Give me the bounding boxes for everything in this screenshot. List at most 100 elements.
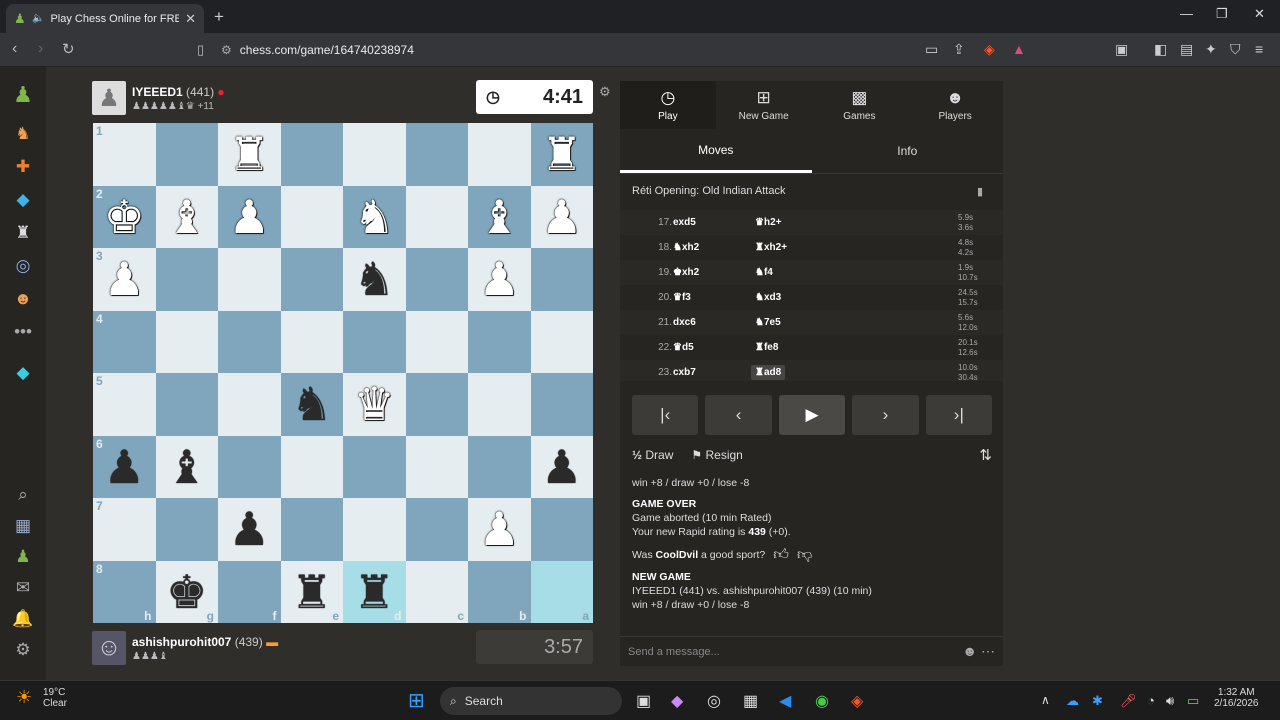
white-move[interactable]: ♛f3: [673, 292, 691, 303]
board-square[interactable]: [343, 435, 406, 498]
board-square[interactable]: 8h: [93, 560, 156, 623]
black-move[interactable]: ♜fe8: [755, 342, 778, 353]
white-piece[interactable]: ♟: [479, 506, 520, 552]
book-icon[interactable]: ▮: [977, 185, 983, 198]
weather-widget[interactable]: 19°C Clear: [43, 687, 67, 709]
clock-widget[interactable]: 1:32 AM 2/16/2026: [1214, 687, 1259, 709]
board-square[interactable]: 3 ♟: [93, 248, 156, 311]
board-square[interactable]: ♝: [468, 185, 531, 248]
tab-info[interactable]: Info: [812, 129, 1004, 173]
board-square[interactable]: [280, 498, 343, 561]
board-square[interactable]: a: [530, 560, 593, 623]
board-square[interactable]: [405, 373, 468, 436]
new-tab-button[interactable]: +: [214, 7, 224, 27]
board-square[interactable]: [468, 435, 531, 498]
board-square[interactable]: 7: [93, 498, 156, 561]
board-square[interactable]: [468, 123, 531, 186]
brave-rewards-icon[interactable]: ▲: [1012, 41, 1026, 57]
board-square[interactable]: ♛: [343, 373, 406, 436]
board-square[interactable]: [280, 248, 343, 311]
sport-name[interactable]: CoolDvil: [656, 549, 699, 561]
speaker-icon[interactable]: 🔈: [32, 13, 44, 24]
white-move[interactable]: ♛d5: [673, 342, 694, 353]
board-square[interactable]: g ♚: [155, 560, 218, 623]
board-square[interactable]: ♟: [468, 498, 531, 561]
white-piece[interactable]: ♝: [166, 194, 207, 240]
bookmark-icon[interactable]: ▯: [197, 42, 204, 58]
black-piece[interactable]: ♚: [166, 569, 207, 615]
board-square[interactable]: 1: [93, 123, 156, 186]
wifi-icon[interactable]: ◔: [1147, 693, 1155, 708]
first-move-button[interactable]: |‹: [632, 395, 699, 435]
draw-button[interactable]: ½ Draw: [632, 448, 673, 462]
board-square[interactable]: [218, 310, 281, 373]
more-icon[interactable]: •••: [11, 320, 35, 344]
onedrive-icon[interactable]: ☁: [1066, 693, 1079, 709]
board-square[interactable]: ♜: [218, 123, 281, 186]
board-square[interactable]: b: [468, 560, 531, 623]
search-icon[interactable]: ⌕: [11, 483, 35, 507]
share-icon[interactable]: ⇪: [953, 41, 965, 58]
white-move[interactable]: ♞xh2: [673, 242, 699, 253]
board-square[interactable]: c: [405, 560, 468, 623]
player-name[interactable]: IYEEED1 (441) ●: [132, 85, 225, 99]
white-move[interactable]: dxc6: [673, 317, 696, 328]
learn-icon[interactable]: ◆: [11, 188, 35, 212]
white-piece[interactable]: ♟: [541, 194, 582, 240]
white-piece[interactable]: ♟: [229, 194, 270, 240]
diamond-icon[interactable]: ◆: [11, 361, 35, 385]
cast-icon[interactable]: ▭: [925, 41, 938, 58]
board-square[interactable]: [405, 498, 468, 561]
settings-icon[interactable]: ⚙: [11, 638, 35, 662]
board-square[interactable]: ♞: [280, 373, 343, 436]
black-piece[interactable]: ♜: [354, 569, 395, 615]
white-piece[interactable]: ♛: [354, 381, 395, 427]
battery-icon[interactable]: ▭: [1187, 693, 1199, 709]
board-square[interactable]: ♝: [155, 185, 218, 248]
white-piece[interactable]: ♝: [479, 194, 520, 240]
browser-tab[interactable]: ♟ 🔈 Play Chess Online for FREE - C ✕: [6, 4, 204, 33]
reload-icon[interactable]: ↻: [62, 40, 75, 58]
board-square[interactable]: [155, 248, 218, 311]
board-square[interactable]: [530, 248, 593, 311]
black-move[interactable]: ♞xd3: [755, 292, 781, 303]
task-view-icon[interactable]: ▣: [636, 691, 651, 711]
board-square[interactable]: f: [218, 560, 281, 623]
board-square[interactable]: ♞: [343, 248, 406, 311]
white-move[interactable]: ♚xh2: [673, 267, 699, 278]
board-square[interactable]: ♟: [218, 498, 281, 561]
forward-icon[interactable]: ›: [38, 40, 43, 58]
notifications-icon[interactable]: 🔔: [11, 607, 35, 631]
white-piece[interactable]: ♟: [479, 256, 520, 302]
leo-ai-icon[interactable]: ✦: [1205, 41, 1217, 58]
board-square[interactable]: [280, 185, 343, 248]
board-square[interactable]: [218, 373, 281, 436]
vpn-icon[interactable]: ⛉: [1230, 41, 1241, 58]
board-square[interactable]: 4: [93, 310, 156, 373]
avatar[interactable]: ♟: [92, 81, 126, 115]
board-square[interactable]: [280, 123, 343, 186]
thumbs-up-icon[interactable]: 👍︎: [773, 547, 789, 562]
board-square[interactable]: [155, 498, 218, 561]
black-move[interactable]: ♞7e5: [755, 317, 781, 328]
board-square[interactable]: [530, 498, 593, 561]
app-icon[interactable]: ◎: [707, 691, 721, 711]
black-piece[interactable]: ♟: [229, 506, 270, 552]
chess-board[interactable]: 1 ♜ ♜ 2 ♚ ♝ ♟ ♞ ♝ ♟ 3 ♟ ♞ ♟ 4 5 ♞ ♛ 6 ♟ ♝ ♟ 7 ♟ ♟ 8 h g ♚ f e ♜ d ♜ c b a: [93, 123, 593, 623]
black-piece[interactable]: ♞: [354, 256, 395, 302]
white-piece[interactable]: ♞: [354, 194, 395, 240]
board-square[interactable]: ♝: [155, 435, 218, 498]
white-move[interactable]: cxb7: [673, 367, 696, 378]
minimize-icon[interactable]: —: [1180, 6, 1193, 21]
prev-move-button[interactable]: ‹: [705, 395, 772, 435]
windows-start-icon[interactable]: ⊞: [408, 688, 425, 713]
board-square[interactable]: [343, 498, 406, 561]
tab-players[interactable]: ☻ Players: [907, 81, 1003, 129]
emoji-icon[interactable]: ☻ ⋯: [962, 643, 995, 660]
board-settings-icon[interactable]: ⚙: [599, 84, 611, 100]
board-square[interactable]: ♞: [343, 185, 406, 248]
tab-play[interactable]: ◷ Play: [620, 81, 716, 129]
back-icon[interactable]: ‹: [12, 40, 17, 58]
weather-icon[interactable]: ☀: [16, 687, 32, 708]
board-square[interactable]: [405, 185, 468, 248]
